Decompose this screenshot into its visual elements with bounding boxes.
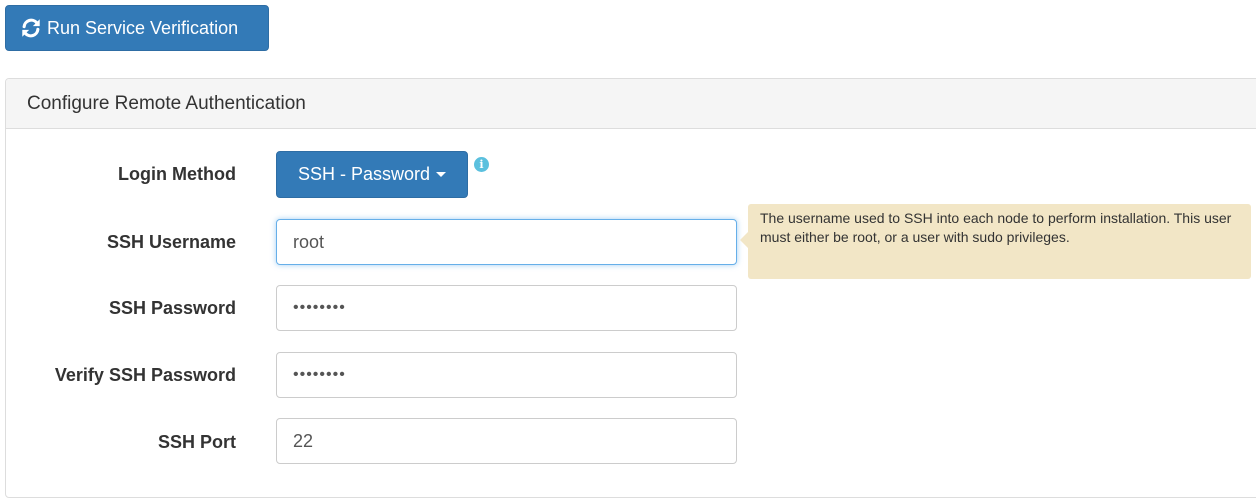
- run-service-verification-button[interactable]: Run Service Verification: [5, 5, 269, 51]
- login-method-value: SSH - Password: [297, 164, 431, 184]
- info-circle-icon[interactable]: i: [474, 157, 489, 172]
- panel-title: Configure Remote Authentication: [6, 79, 1256, 129]
- refresh-icon: [20, 17, 42, 39]
- ssh-password-label: SSH Password: [108, 298, 236, 318]
- ssh-password-input[interactable]: [276, 285, 737, 331]
- login-method-label: Login Method: [118, 164, 236, 184]
- run-service-verification-label: Run Service Verification: [47, 17, 239, 38]
- ssh-username-label: SSH Username: [106, 232, 236, 252]
- ssh-port-label: SSH Port: [157, 432, 236, 452]
- verify-ssh-password-label: Verify SSH Password: [54, 365, 236, 385]
- ssh-port-input[interactable]: [276, 418, 737, 464]
- login-method-dropdown[interactable]: SSH - Password: [276, 151, 468, 198]
- verify-ssh-password-input[interactable]: [276, 352, 737, 398]
- caret-down-icon: [436, 172, 447, 177]
- ssh-username-help-text: The username used to SSH into each node …: [760, 210, 1232, 245]
- ssh-username-help-tooltip: The username used to SSH into each node …: [740, 204, 1251, 279]
- ssh-username-input[interactable]: [276, 219, 737, 265]
